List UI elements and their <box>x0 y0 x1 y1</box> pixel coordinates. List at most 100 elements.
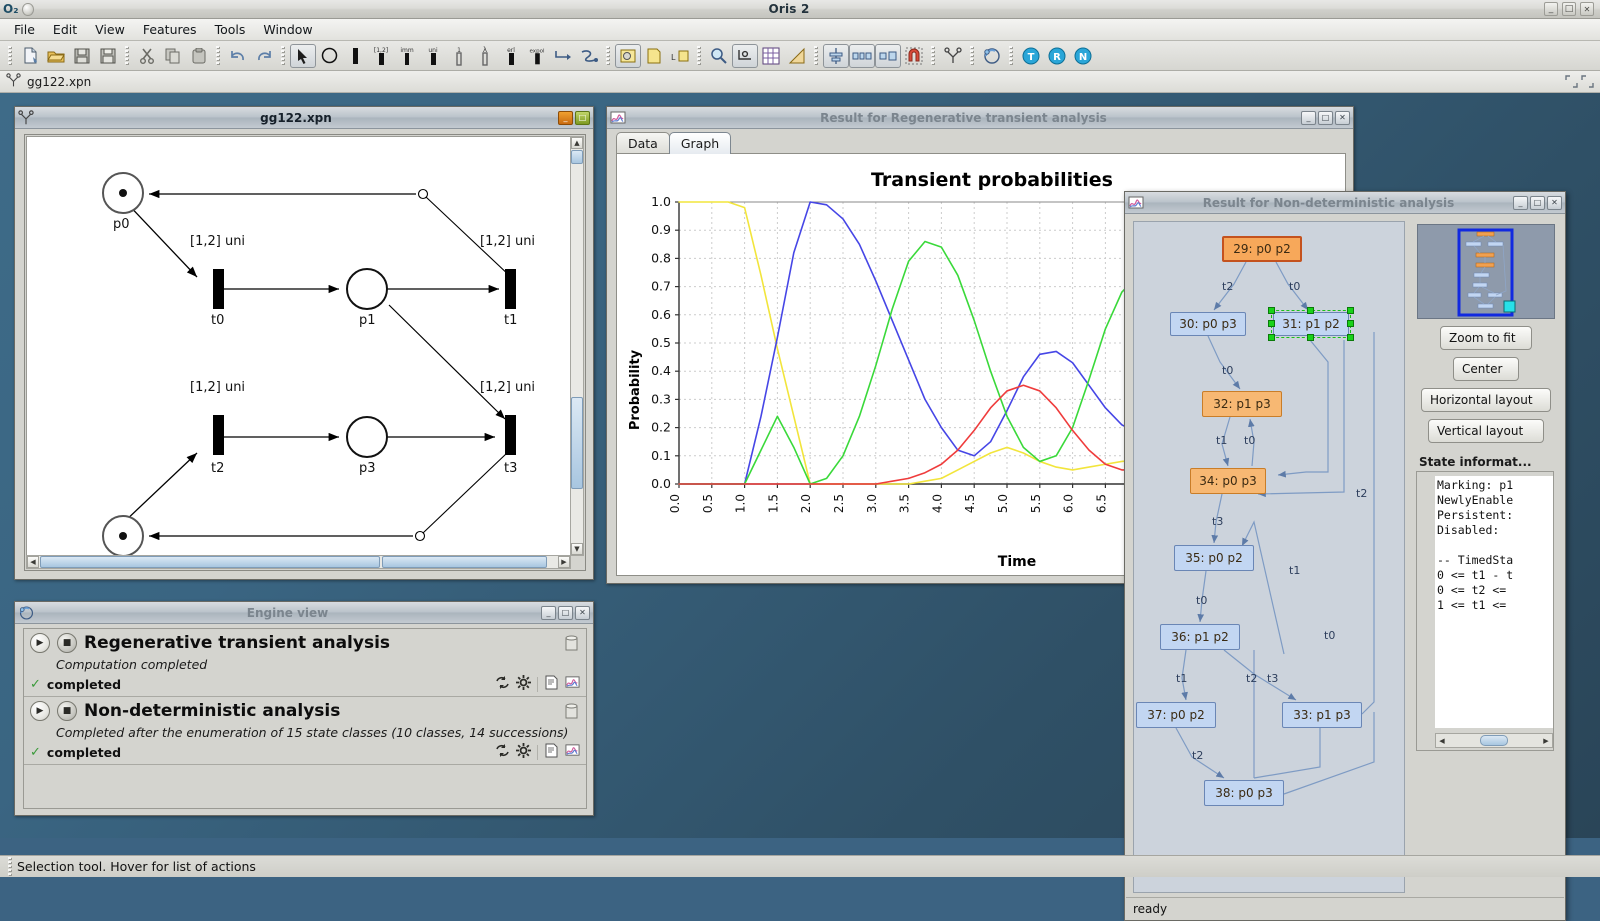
horizontal-scroll-thumb-2[interactable] <box>382 556 547 568</box>
petri-net-window-title-bar[interactable]: gg122.xpn _ □ <box>15 107 593 129</box>
state-node-34[interactable]: 34: p0 p3 <box>1190 468 1266 494</box>
stop-button[interactable]: ■ <box>57 701 77 721</box>
inhibitor-arc-tool-icon[interactable] <box>576 44 602 68</box>
scroll-right-icon[interactable]: ▶ <box>558 556 570 568</box>
petri-net-vertical-scrollbar[interactable]: ▲ ▼ <box>570 136 584 556</box>
origin-icon[interactable] <box>732 43 758 68</box>
state-node-33[interactable]: 33: p1 p3 <box>1282 702 1362 728</box>
minimize-button[interactable]: _ <box>1301 110 1316 125</box>
state-info-scroll-thumb[interactable] <box>1480 735 1508 746</box>
maximize-button[interactable]: □ <box>1318 110 1333 125</box>
scroll-left-icon[interactable]: ◀ <box>27 556 39 568</box>
menu-edit[interactable]: Edit <box>45 20 85 39</box>
toolbar-grip-7[interactable] <box>813 45 820 66</box>
horizontal-scroll-thumb[interactable] <box>40 556 380 568</box>
delete-icon[interactable] <box>565 635 580 652</box>
lambda-transition-icon[interactable]: λ <box>472 44 498 68</box>
run-button[interactable]: ▶ <box>30 701 50 721</box>
toolbar-grip-2[interactable] <box>124 45 131 66</box>
scroll-right-icon[interactable]: ▶ <box>1540 735 1552 747</box>
tab-data[interactable]: Data <box>616 132 670 154</box>
ruler-icon[interactable] <box>784 44 810 68</box>
refresh-icon[interactable] <box>495 675 510 693</box>
stop-button[interactable]: ■ <box>57 633 77 653</box>
minimize-button[interactable]: _ <box>558 110 573 125</box>
resize-handle-se[interactable] <box>1347 334 1354 341</box>
badge-t-icon[interactable]: T <box>1018 44 1044 68</box>
badge-n-icon[interactable]: N <box>1070 44 1096 68</box>
expolynomial-transition-icon[interactable]: expol <box>524 44 550 68</box>
resize-handle-w[interactable] <box>1268 320 1275 327</box>
chart-icon[interactable] <box>565 743 580 761</box>
scroll-up-icon[interactable]: ▲ <box>571 137 583 149</box>
menu-file[interactable]: File <box>6 20 43 39</box>
align-vertical-icon[interactable] <box>823 43 849 68</box>
petri-net-icon[interactable] <box>940 44 966 68</box>
arc-tool-icon[interactable] <box>550 44 576 68</box>
vertical-scroll-thumb[interactable] <box>571 150 583 164</box>
gear-icon[interactable] <box>516 675 531 693</box>
note-icon[interactable] <box>641 44 667 68</box>
imm-transition-icon[interactable]: imm <box>394 44 420 68</box>
maximize-button[interactable]: □ <box>558 605 573 620</box>
app-menu-button[interactable] <box>22 2 34 16</box>
new-document-icon[interactable] <box>17 44 43 68</box>
vertical-layout-button[interactable]: Vertical layout <box>1428 419 1544 443</box>
gear-icon[interactable] <box>516 743 531 761</box>
save-as-icon[interactable] <box>95 44 121 68</box>
menu-window[interactable]: Window <box>255 20 320 39</box>
engine-view-title-bar[interactable]: Engine view _ □ ✕ <box>15 602 593 624</box>
state-node-30[interactable]: 30: p0 p3 <box>1170 312 1246 336</box>
horizontal-layout-button[interactable]: Horizontal layout <box>1421 388 1551 412</box>
toolbar-grip[interactable] <box>7 45 14 66</box>
maximize-button[interactable]: □ <box>1530 195 1545 210</box>
state-node-37[interactable]: 37: p0 p2 <box>1136 702 1216 728</box>
minimize-button[interactable] <box>1544 2 1558 16</box>
vertical-scroll-thumb-2[interactable] <box>571 397 583 489</box>
state-node-29[interactable]: 29: p0 p2 <box>1222 236 1302 262</box>
cut-icon[interactable] <box>134 44 160 68</box>
center-button[interactable]: Center <box>1453 357 1519 381</box>
run-button[interactable]: ▶ <box>30 633 50 653</box>
engine-row[interactable]: ▶ ■ Non-deterministic analysis Completed… <box>24 697 586 765</box>
zoom-icon[interactable] <box>706 44 732 68</box>
close-button[interactable]: ✕ <box>1547 195 1562 210</box>
close-button[interactable]: ✕ <box>575 605 590 620</box>
selection-tool-icon[interactable] <box>290 43 316 68</box>
maximize-button[interactable]: □ <box>575 110 590 125</box>
label-icon[interactable]: L <box>667 44 693 68</box>
scroll-down-icon[interactable]: ▼ <box>571 543 583 555</box>
menu-view[interactable]: View <box>87 20 133 39</box>
tab-graph[interactable]: Graph <box>668 132 732 154</box>
group-icon[interactable] <box>615 43 641 68</box>
copy-icon[interactable] <box>160 44 186 68</box>
minimize-button[interactable]: _ <box>541 605 556 620</box>
petri-net-canvas[interactable]: p0 p1 p2 p3 t0 t1 t2 t3 [1,2] uni [1,2] … <box>26 136 571 556</box>
erlang-transition-icon[interactable]: erl <box>498 44 524 68</box>
zoom-to-fit-button[interactable]: Zoom to fit <box>1440 326 1532 350</box>
nd-window-title-bar[interactable]: Result for Non-deterministic analysis _ … <box>1125 192 1565 214</box>
engine-icon[interactable] <box>979 44 1005 68</box>
transient-window-title-bar[interactable]: Result for Regenerative transient analys… <box>607 107 1353 129</box>
toolbar-grip-5[interactable] <box>605 45 612 66</box>
close-button[interactable] <box>1580 2 1594 16</box>
resize-handle-sw[interactable] <box>1268 334 1275 341</box>
close-button[interactable]: ✕ <box>1335 110 1350 125</box>
state-node-36[interactable]: 36: p1 p2 <box>1160 624 1240 650</box>
menu-features[interactable]: Features <box>135 20 205 39</box>
toolbar-grip-4[interactable] <box>280 45 287 66</box>
place-tool-icon[interactable] <box>316 44 342 68</box>
snap-magnet-icon[interactable] <box>901 44 927 68</box>
resize-handle-ne[interactable] <box>1347 307 1354 314</box>
maximize-button[interactable] <box>1562 2 1576 16</box>
engine-row[interactable]: ▶ ■ Regenerative transient analysis Comp… <box>24 629 586 697</box>
chart-icon[interactable] <box>565 675 580 693</box>
expand-tab-icon[interactable] <box>1581 75 1594 91</box>
document-tab-label[interactable]: gg122.xpn <box>27 75 91 89</box>
redo-icon[interactable] <box>251 44 277 68</box>
grid-icon[interactable] <box>758 44 784 68</box>
immediate-transition-icon[interactable] <box>342 44 368 68</box>
delete-icon[interactable] <box>565 703 580 720</box>
refresh-icon[interactable] <box>495 743 510 761</box>
toolbar-grip-10[interactable] <box>1008 45 1015 66</box>
